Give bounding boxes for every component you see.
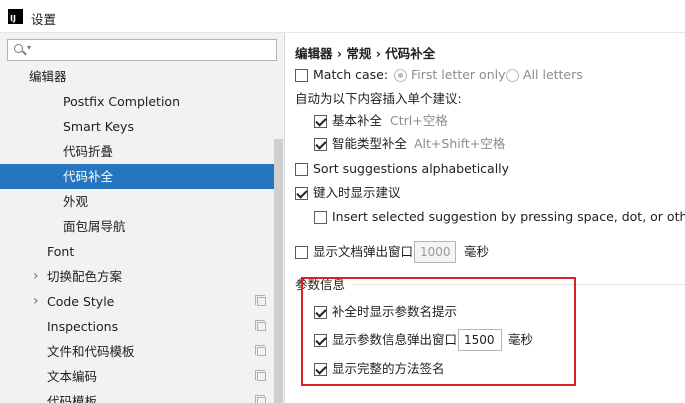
- sidebar-item[interactable]: Font: [0, 239, 274, 264]
- sidebar-item[interactable]: › 切换配色方案: [0, 264, 274, 289]
- search-icon[interactable]: [14, 44, 23, 53]
- sidebar-item-label: Inspections: [47, 319, 119, 334]
- project-copy-icon: [255, 345, 266, 356]
- all-letters-radio[interactable]: [506, 69, 519, 82]
- smart-completion-label: 智能类型补全: [332, 136, 408, 151]
- first-letter-label: First letter only: [411, 67, 506, 82]
- title-bar: IJ 设置: [0, 0, 685, 33]
- settings-panel: 编辑器 › 常规 › 代码补全 Match case: First letter…: [286, 33, 685, 403]
- sidebar-item-label: 面包屑导航: [63, 219, 126, 234]
- sidebar-item[interactable]: 代码模板: [0, 389, 274, 403]
- sidebar-item-label: 代码折叠: [63, 144, 114, 159]
- sidebar-item[interactable]: 文本编码: [0, 364, 274, 389]
- match-case-checkbox[interactable]: [295, 69, 308, 82]
- doc-popup-unit: 毫秒: [464, 244, 490, 259]
- sidebar-item[interactable]: 面包屑导航: [0, 214, 274, 239]
- all-letters-label: All letters: [523, 67, 583, 82]
- sidebar-item-label: 代码模板: [47, 394, 98, 403]
- sidebar-item-label: 文本编码: [47, 369, 98, 384]
- sidebar-item-label: 代码补全: [63, 169, 114, 184]
- insert-selected-checkbox[interactable]: [314, 211, 327, 224]
- sidebar-item[interactable]: 外观: [0, 189, 274, 214]
- sidebar-item[interactable]: › Code Style: [0, 289, 274, 314]
- doc-popup-delay-input[interactable]: 1000: [414, 241, 456, 263]
- insert-selected-label: Insert selected suggestion by pressing s…: [332, 209, 685, 224]
- sidebar-item-label: 文件和代码模板: [47, 344, 135, 359]
- show-on-typing-label: 键入时显示建议: [313, 185, 401, 200]
- chevron-down-icon[interactable]: ▾: [27, 43, 31, 52]
- doc-popup-label: 显示文档弹出窗口: [313, 244, 414, 259]
- sidebar-item[interactable]: Postfix Completion: [0, 89, 274, 114]
- sidebar-item-label: Smart Keys: [63, 119, 134, 134]
- sort-alphabetically-label: Sort suggestions alphabetically: [313, 161, 510, 176]
- sidebar-item[interactable]: 代码折叠: [0, 139, 274, 164]
- highlight-annotation-box: [301, 277, 576, 386]
- sidebar-item[interactable]: 编辑器: [0, 64, 274, 89]
- basic-completion-checkbox[interactable]: [314, 115, 327, 128]
- window-title: 设置: [31, 12, 57, 27]
- project-copy-icon: [255, 370, 266, 381]
- settings-search-box[interactable]: ▾: [7, 39, 277, 61]
- sidebar-item-label: 编辑器: [29, 69, 67, 84]
- project-copy-icon: [255, 320, 266, 331]
- breadcrumb: 编辑器 › 常规 › 代码补全: [295, 46, 436, 61]
- sidebar-item-label: Font: [47, 244, 75, 259]
- sidebar-item-label: Postfix Completion: [63, 94, 180, 109]
- sidebar-item-label: 切换配色方案: [47, 269, 123, 284]
- project-copy-icon: [255, 295, 266, 306]
- first-letter-radio[interactable]: [394, 69, 407, 82]
- sidebar-item-label: 外观: [63, 194, 89, 209]
- chevron-right-icon[interactable]: ›: [33, 264, 39, 289]
- show-on-typing-checkbox[interactable]: [295, 187, 308, 200]
- basic-completion-shortcut: Ctrl+空格: [390, 113, 448, 128]
- sidebar-item[interactable]: Inspections: [0, 314, 274, 339]
- sidebar-item-label: Code Style: [47, 294, 115, 309]
- sidebar-item[interactable]: 代码补全: [0, 164, 274, 189]
- sidebar-item[interactable]: 文件和代码模板: [0, 339, 274, 364]
- intellij-app-icon: IJ: [8, 9, 23, 24]
- sort-alphabetically-checkbox[interactable]: [295, 163, 308, 176]
- search-input[interactable]: [38, 42, 273, 58]
- auto-insert-heading: 自动为以下内容插入单个建议:: [295, 91, 462, 106]
- project-copy-icon: [255, 395, 266, 403]
- smart-completion-shortcut: Alt+Shift+空格: [414, 136, 506, 151]
- basic-completion-label: 基本补全: [332, 113, 383, 128]
- match-case-label: Match case:: [313, 67, 389, 82]
- chevron-right-icon[interactable]: ›: [33, 289, 39, 314]
- sidebar-scrollbar[interactable]: [274, 139, 283, 403]
- smart-completion-checkbox[interactable]: [314, 138, 327, 151]
- doc-popup-checkbox[interactable]: [295, 246, 308, 259]
- sidebar-item[interactable]: Smart Keys: [0, 114, 274, 139]
- settings-sidebar: ▾ 编辑器 Postfix Completion Smart Keys 代码折叠代码补…: [0, 33, 285, 403]
